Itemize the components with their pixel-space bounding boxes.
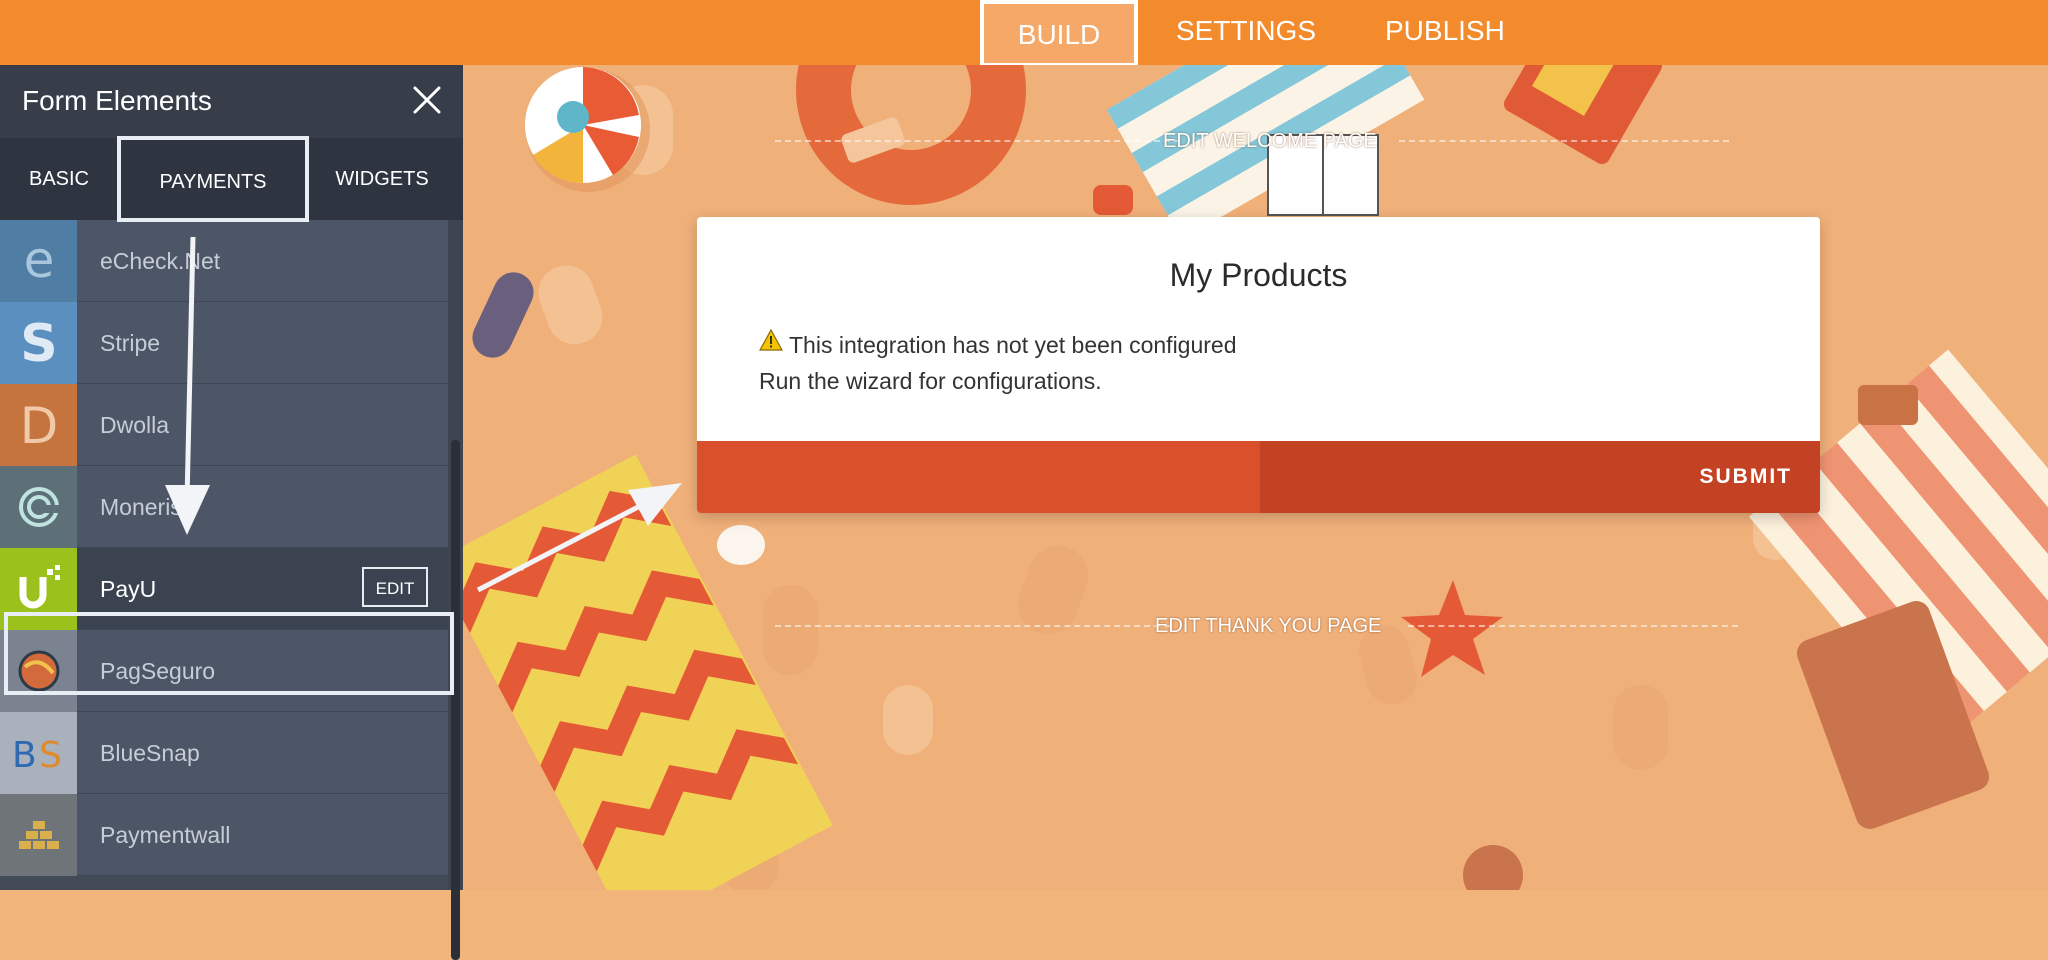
list-item-paymentwall[interactable]: Paymentwall	[0, 794, 448, 876]
submit-button[interactable]: SUBMIT	[1260, 441, 1820, 513]
welcome-divider-left	[775, 140, 1180, 142]
product-list-card: My Products This integration has not yet…	[697, 217, 1820, 513]
list-item-label: PagSeguro	[100, 658, 216, 684]
integration-warning-text: This integration has not yet been config…	[789, 332, 1237, 358]
panel-tabs: BASIC PAYMENTS WIDGETS	[0, 136, 463, 222]
tab-payments[interactable]: PAYMENTS	[117, 136, 309, 222]
list-item-moneris[interactable]: Moneris	[0, 466, 448, 548]
tab-settings[interactable]: SETTINGS	[1176, 0, 1316, 65]
list-item-pagseguro[interactable]: PagSeguro	[0, 630, 448, 712]
list-item-label: Stripe	[100, 330, 161, 356]
panel-header: Form Elements	[0, 65, 463, 138]
bluesnap-icon: B S	[0, 712, 77, 794]
svg-text:B: B	[12, 735, 37, 776]
thankyou-divider-right	[1408, 625, 1738, 627]
list-item-partial[interactable]	[0, 876, 448, 890]
list-item-label: Paymentwall	[100, 822, 231, 848]
edit-thank-you-page-link[interactable]: EDIT THANK YOU PAGE	[1155, 615, 1381, 638]
welcome-divider-right	[1399, 140, 1729, 142]
list-item-payu[interactable]: PayU EDIT	[0, 548, 448, 630]
list-item-label: BlueSnap	[100, 740, 200, 766]
list-item-label: PayU	[100, 576, 157, 602]
echeck-icon: e	[0, 220, 77, 302]
list-item-label: eCheck.Net	[100, 248, 221, 274]
panel-title: Form Elements	[22, 85, 212, 116]
list-item-label: Dwolla	[100, 412, 170, 438]
payment-integrations-list: e eCheck.Net S Stripe D Dwolla Moneris P…	[0, 220, 448, 890]
dwolla-icon: D	[0, 384, 77, 466]
edit-welcome-page-link[interactable]: EDIT WELCOME PAGE	[1163, 130, 1377, 153]
tab-basic[interactable]: BASIC	[0, 138, 118, 220]
list-item-echeck[interactable]: e eCheck.Net	[0, 220, 448, 302]
svg-text:e: e	[23, 233, 54, 289]
tab-widgets[interactable]: WIDGETS	[309, 138, 455, 220]
tab-build[interactable]: BUILD	[980, 0, 1138, 67]
top-navigation-bar: BUILD SETTINGS PUBLISH	[0, 0, 2048, 67]
form-canvas: EDIT WELCOME PAGE My Products This integ…	[463, 65, 2048, 890]
list-item-bluesnap[interactable]: B S BlueSnap	[0, 712, 448, 794]
list-item-stripe[interactable]: S Stripe	[0, 302, 448, 384]
list-item-label: Moneris	[100, 494, 182, 520]
warning-icon	[759, 329, 783, 351]
edit-button[interactable]: EDIT	[362, 567, 428, 607]
close-icon[interactable]	[412, 85, 442, 115]
payu-icon	[0, 548, 77, 630]
moneris-icon	[0, 466, 77, 548]
stripe-icon: S	[0, 302, 77, 384]
paymentwall-icon	[0, 794, 77, 876]
card-title: My Products	[1169, 257, 1348, 293]
integration-hint-text: Run the wizard for configurations.	[759, 368, 1102, 394]
svg-text:S: S	[39, 735, 62, 776]
pagseguro-icon	[0, 630, 77, 712]
svg-text:D: D	[19, 397, 58, 453]
form-elements-panel: Form Elements BASIC PAYMENTS WIDGETS e e…	[0, 65, 463, 960]
list-item-dwolla[interactable]: D Dwolla	[0, 384, 448, 466]
thankyou-divider-left	[775, 625, 1170, 627]
scrollbar-thumb[interactable]	[451, 440, 460, 960]
tab-publish[interactable]: PUBLISH	[1385, 0, 1505, 65]
svg-text:S: S	[20, 315, 57, 371]
